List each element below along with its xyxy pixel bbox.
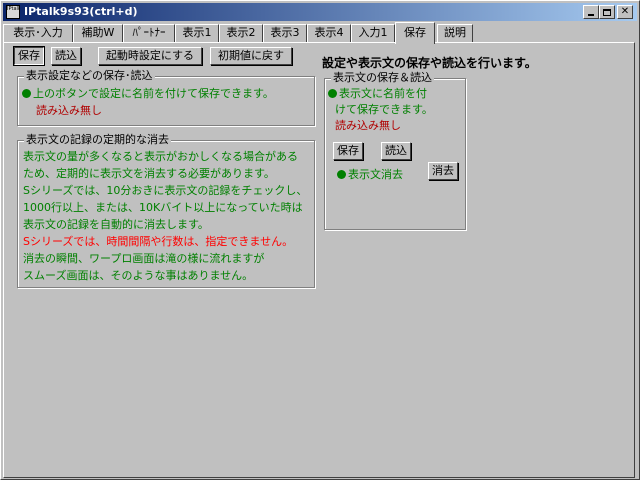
page-heading: 設定や表示文の保存や読込を行います。 — [322, 56, 537, 70]
tab-display-2[interactable]: 表示2 — [219, 24, 263, 42]
text-info-line-1: 表示文に名前を付 — [328, 86, 427, 101]
maximize-button[interactable] — [599, 5, 615, 19]
tab-display-input[interactable]: 表示･入力 — [3, 24, 73, 42]
delete-text-button[interactable]: 消去 — [428, 162, 458, 180]
text-group-title: 表示文の保存＆読込 — [331, 71, 434, 85]
tab-input-1[interactable]: 入力1 — [351, 24, 395, 42]
settings-save-load-group: 表示設定などの保存･読込 上のボタンで設定に名前を付けて保存できます。 読み込み… — [17, 69, 315, 126]
window-title: IPtalk9s93(ctrl+d) — [24, 5, 138, 18]
text-info-line-2: けて保存できます。 — [335, 103, 433, 116]
periodic-delete-group: 表示文の記録の定期的な消去 表示文の量が多くなると表示がおかしくなる場合がある … — [17, 133, 315, 288]
tab-display-3[interactable]: 表示3 — [263, 24, 307, 42]
delete-desc-line-3: Sシリーズでは、10分おきに表示文の記録をチェックし、 — [23, 184, 308, 197]
delete-desc-line-7: スムーズ画面は、そのような事はありません。 — [23, 269, 254, 282]
save-tab-panel: 保存 読込 起動時設定にする 初期値に戻す 設定や表示文の保存や読込を行います。… — [3, 42, 635, 478]
load-text-button[interactable]: 読込 — [381, 142, 411, 160]
text-load-status: 読み込み無し — [335, 119, 401, 132]
save-settings-button[interactable]: 保存 — [13, 46, 45, 66]
tab-assist-w[interactable]: 補助W — [73, 24, 123, 42]
delete-group-title: 表示文の記録の定期的な消去 — [24, 133, 171, 147]
settings-info: 上のボタンで設定に名前を付けて保存できます。 — [22, 86, 274, 101]
reset-defaults-button[interactable]: 初期値に戻す — [210, 47, 292, 65]
title-bar[interactable]: IPtalk IPtalk9s93(ctrl+d) ✕ — [3, 3, 637, 21]
delete-desc-line-5: 表示文の記録を自動的に消去します。 — [23, 218, 209, 231]
maximize-icon — [603, 8, 611, 16]
delete-desc-line-6: 消去の瞬間、ワープロ画面は滝の様に流れますが — [23, 252, 265, 265]
set-startup-button[interactable]: 起動時設定にする — [98, 47, 202, 65]
minimize-button[interactable] — [583, 5, 599, 19]
info-dot-icon — [22, 89, 31, 98]
settings-group-title: 表示設定などの保存･読込 — [24, 69, 155, 83]
close-button[interactable]: ✕ — [617, 5, 633, 19]
tab-save[interactable]: 保存 — [395, 22, 435, 44]
delete-warning: Sシリーズでは、時間間隔や行数は、指定できません。 — [23, 235, 294, 248]
tab-help[interactable]: 説明 — [437, 24, 473, 42]
minimize-icon — [588, 14, 594, 16]
save-text-button[interactable]: 保存 — [333, 142, 363, 160]
app-window: IPtalk IPtalk9s93(ctrl+d) ✕ 表示･入力 補助W ﾊﾟ… — [0, 0, 640, 480]
text-delete-info: 表示文消去 — [337, 167, 403, 182]
close-icon: ✕ — [620, 6, 630, 17]
tab-partner[interactable]: ﾊﾟｰﾄﾅｰ — [123, 24, 175, 42]
tab-display-4[interactable]: 表示4 — [307, 24, 351, 42]
app-icon[interactable]: IPtalk — [6, 5, 20, 19]
info-dot-icon — [337, 170, 346, 179]
delete-desc-line-4: 1000行以上、または、10Kバイト以上になっていた時は — [23, 201, 303, 214]
tab-display-1[interactable]: 表示1 — [175, 24, 219, 42]
load-settings-button[interactable]: 読込 — [51, 47, 81, 65]
delete-desc-line-1: 表示文の量が多くなると表示がおかしくなる場合がある — [23, 150, 298, 163]
settings-load-status: 読み込み無し — [36, 104, 102, 117]
info-dot-icon — [328, 89, 337, 98]
text-save-load-group: 表示文の保存＆読込 表示文に名前を付 けて保存できます。 読み込み無し 保存 読… — [324, 71, 466, 230]
delete-desc-line-2: ため、定期的に表示文を消去する必要があります。 — [23, 167, 275, 180]
